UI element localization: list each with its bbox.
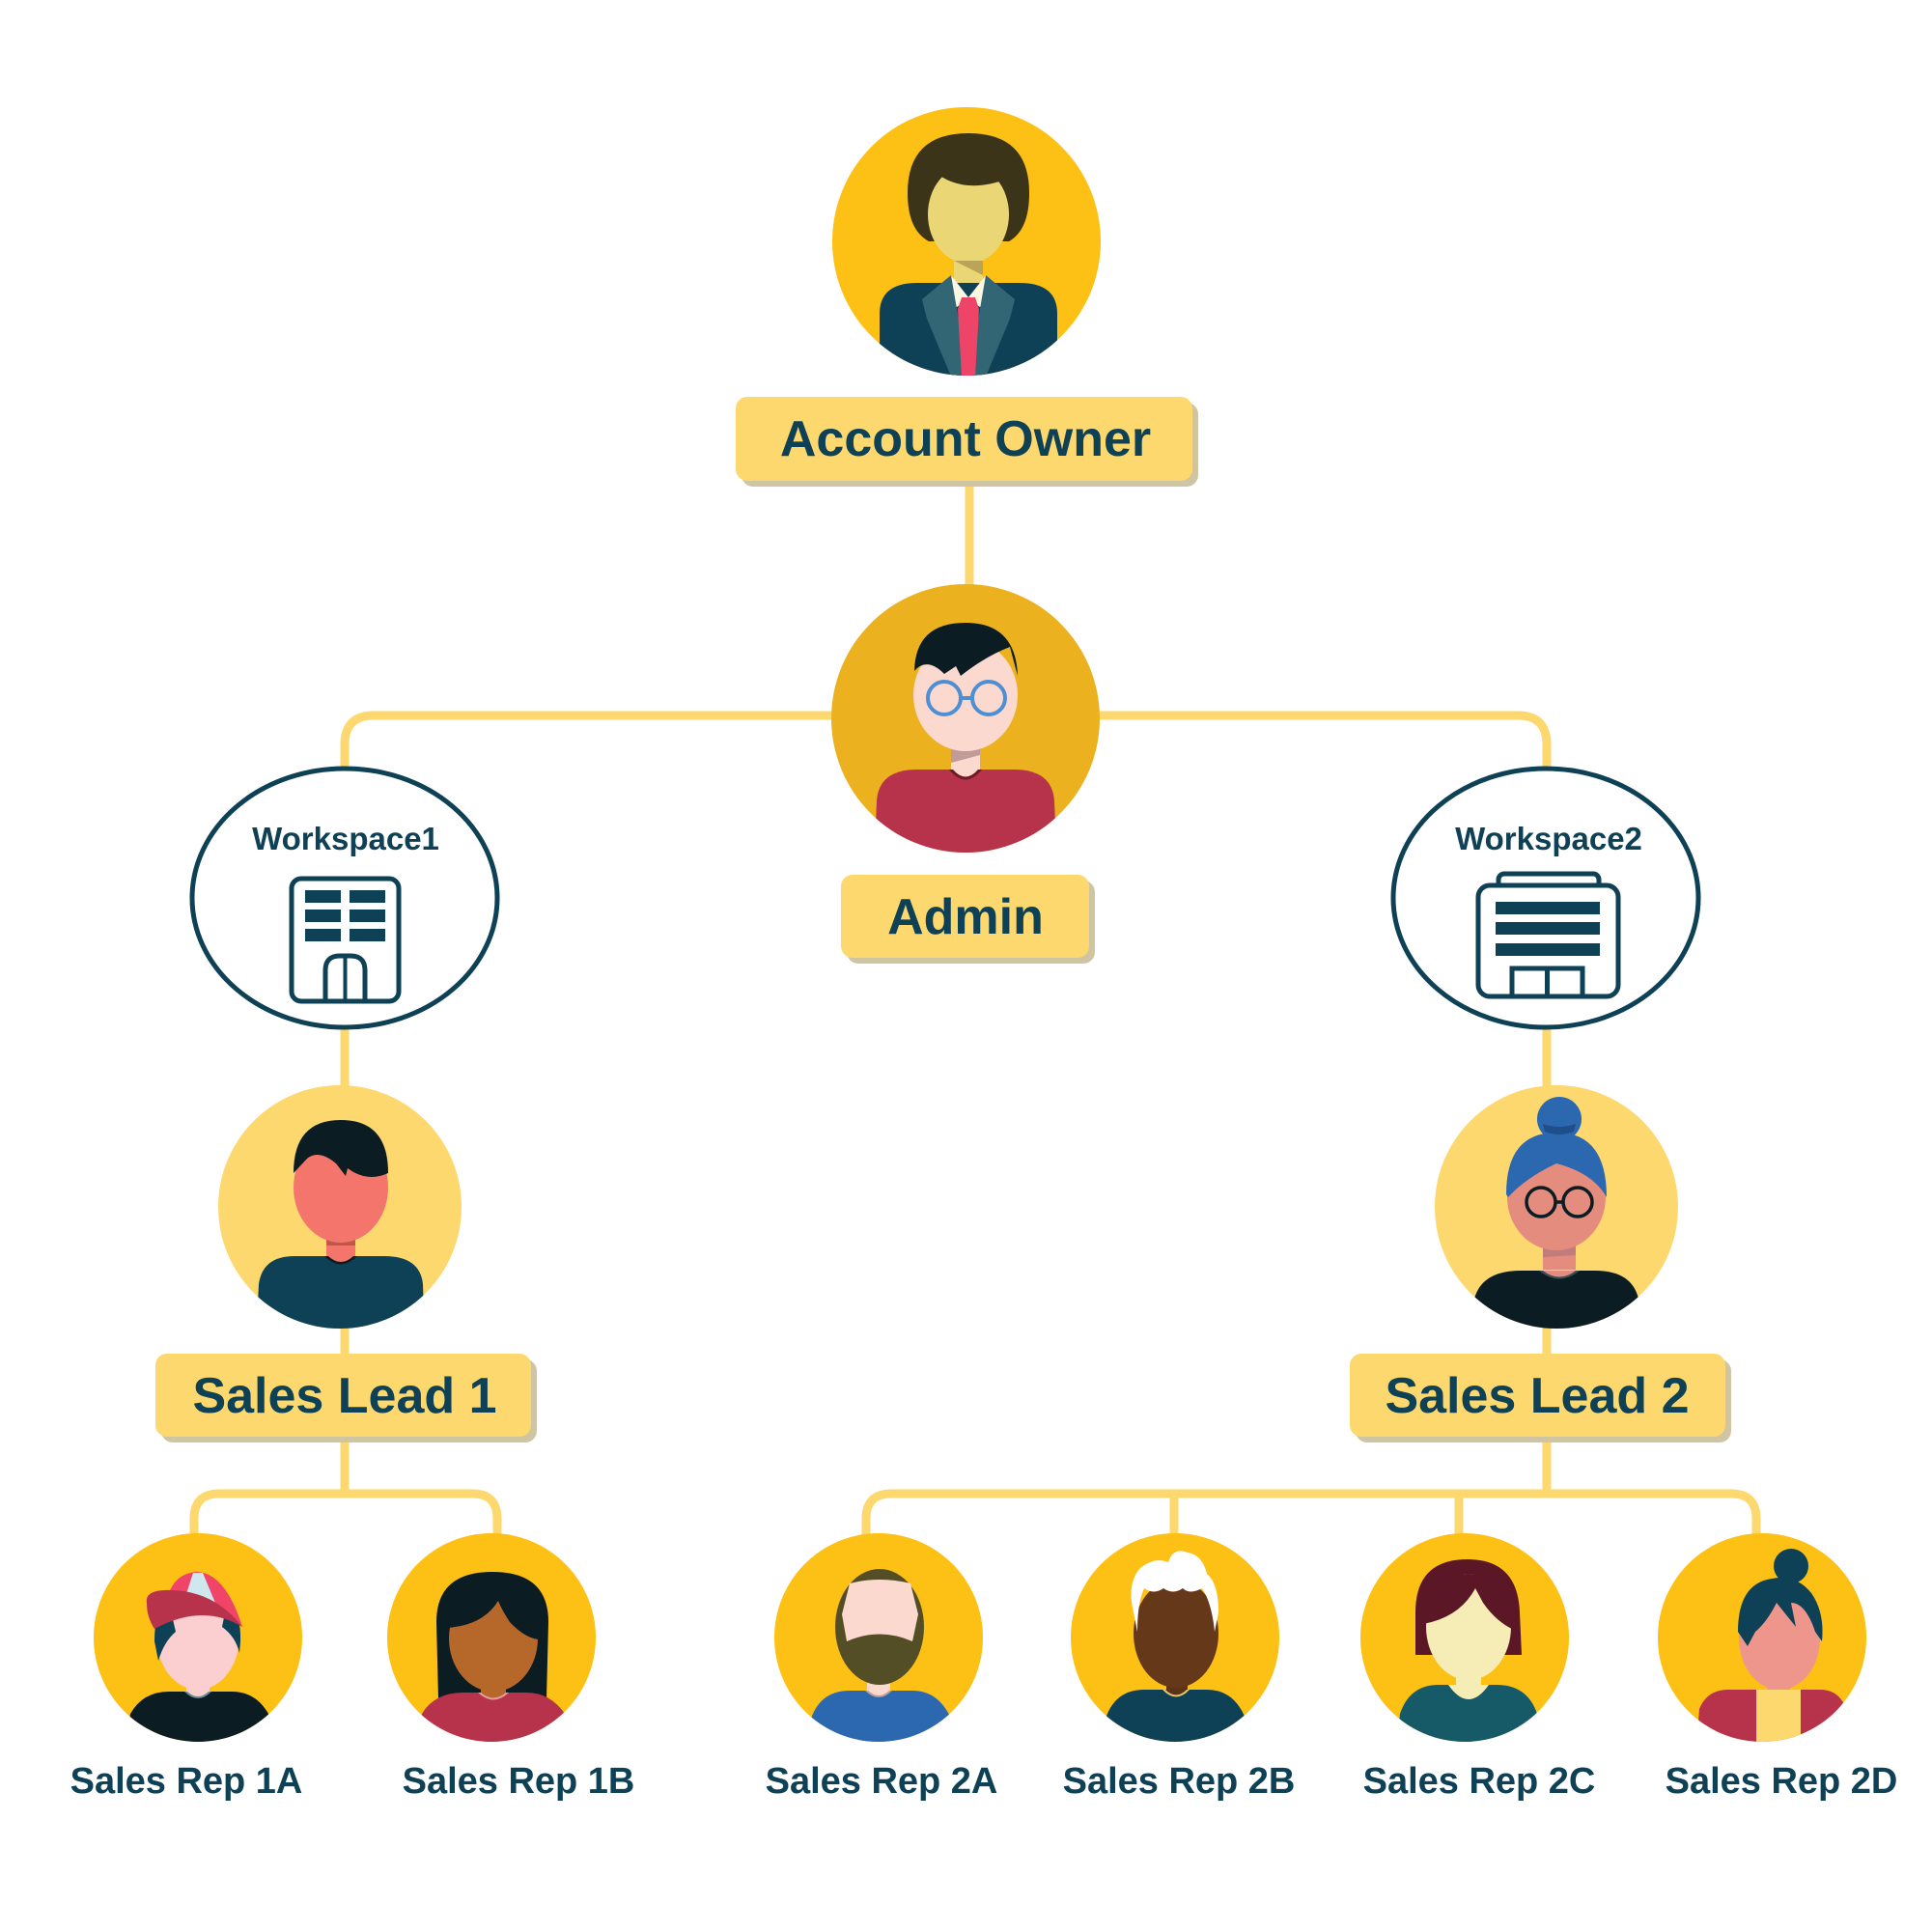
node-account-owner[interactable]: Account Owner: [736, 107, 1198, 487]
node-sales-lead-1[interactable]: Sales Lead 1: [155, 1085, 537, 1442]
person-with-glasses-avatar: [831, 584, 1100, 853]
node-sales-lead-2[interactable]: Sales Lead 2: [1350, 1085, 1731, 1442]
node-sales-rep-2b[interactable]: Sales Rep 2B: [1063, 1533, 1296, 1802]
node-workspace1[interactable]: Workspace1: [189, 766, 500, 1030]
warehouse-building-icon: [1475, 871, 1621, 999]
office-building-icon: [289, 876, 402, 1004]
connector-lead2-reps: [861, 1437, 1761, 1535]
woman-with-bun-and-glasses-avatar: [1435, 1085, 1678, 1329]
woman-with-bun-avatar: [1658, 1533, 1866, 1742]
node-sales-rep-2a[interactable]: Sales Rep 2A: [766, 1533, 998, 1802]
businessman-avatar: [832, 107, 1101, 376]
sales-rep-2d-label: Sales Rep 2D: [1666, 1761, 1898, 1802]
connector-admin-workspace2: [1100, 711, 1552, 768]
connector-admin-workspace1: [340, 711, 832, 768]
account-owner-label: Account Owner: [780, 411, 1151, 467]
older-man-white-hair-avatar: [1071, 1533, 1279, 1742]
bearded-man-avatar: [774, 1533, 983, 1742]
sales-rep-1b-label: Sales Rep 1B: [403, 1761, 635, 1802]
sales-rep-2a-label: Sales Rep 2A: [766, 1761, 998, 1802]
admin-label: Admin: [887, 889, 1044, 945]
workspace2-label: Workspace2: [1455, 821, 1642, 856]
node-sales-rep-2d[interactable]: Sales Rep 2D: [1658, 1533, 1897, 1802]
woman-long-hair-avatar: [387, 1533, 596, 1742]
workspace1-label: Workspace1: [252, 821, 439, 856]
node-sales-rep-1a[interactable]: Sales Rep 1A: [70, 1533, 303, 1802]
man-avatar: [218, 1085, 462, 1329]
sales-lead-1-label: Sales Lead 1: [192, 1368, 496, 1424]
man-with-cap-avatar: [94, 1533, 302, 1742]
node-admin[interactable]: Admin: [831, 584, 1100, 964]
sales-rep-1a-label: Sales Rep 1A: [70, 1761, 303, 1802]
node-sales-rep-2c[interactable]: Sales Rep 2C: [1360, 1533, 1595, 1802]
node-sales-rep-1b[interactable]: Sales Rep 1B: [387, 1533, 634, 1802]
sales-rep-2b-label: Sales Rep 2B: [1063, 1761, 1296, 1802]
connector-lead1-reps: [189, 1437, 502, 1535]
node-workspace2[interactable]: Workspace2: [1390, 766, 1701, 1030]
org-chart: Account Owner Admin Workspace1 Workspace…: [70, 107, 1897, 1802]
woman-bob-hair-avatar: [1360, 1533, 1569, 1742]
sales-rep-2c-label: Sales Rep 2C: [1363, 1761, 1596, 1802]
sales-lead-2-label: Sales Lead 2: [1385, 1368, 1689, 1424]
